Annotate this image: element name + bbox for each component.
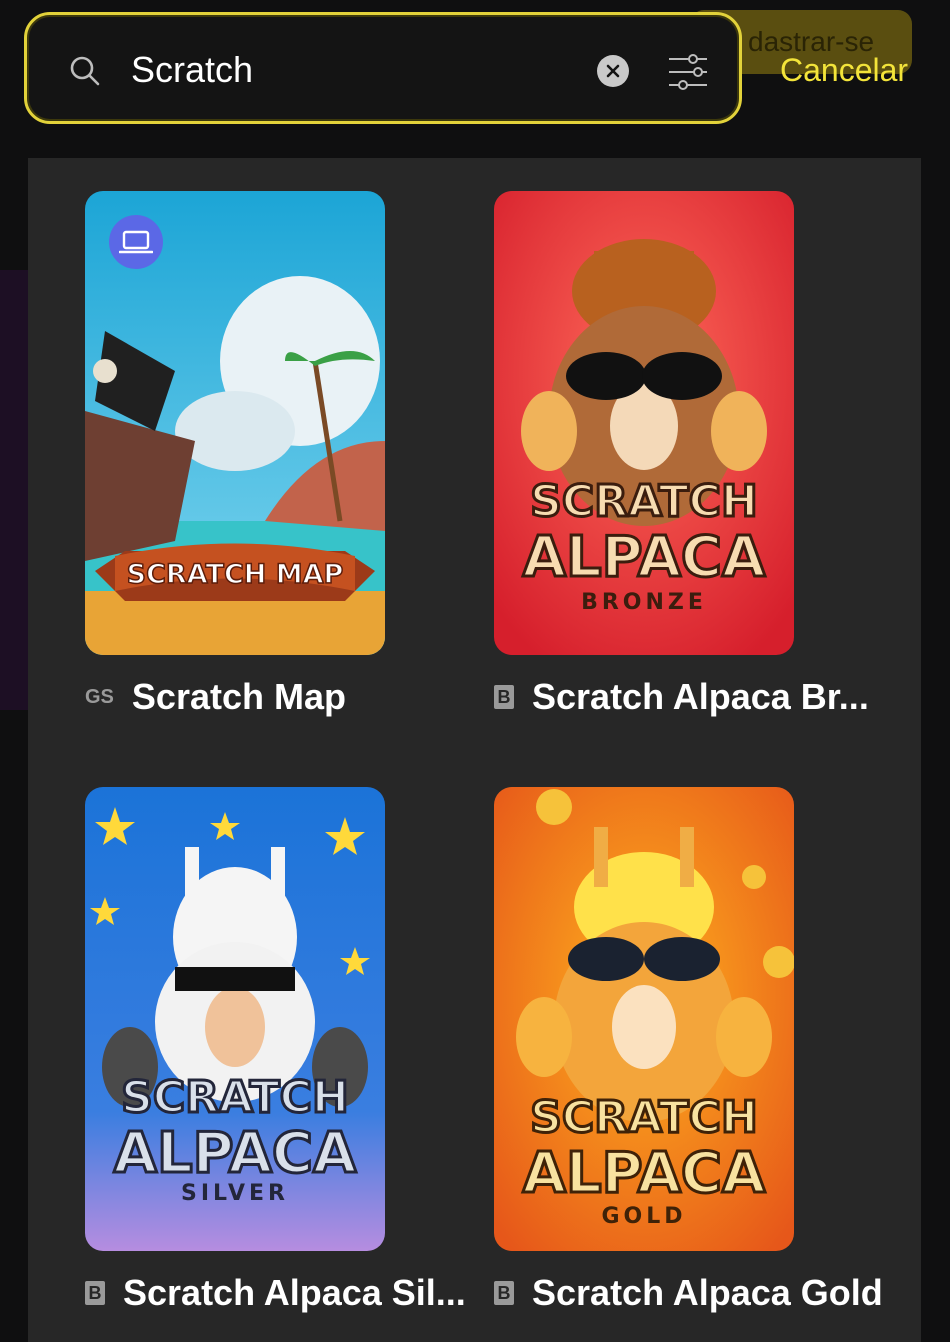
scratch-alpaca-bronze-artwork: SCRATCH ALPACA BRONZE — [494, 191, 794, 655]
search-icon — [70, 56, 100, 86]
close-icon — [606, 64, 620, 78]
scratch-alpaca-gold-artwork: SCRATCH ALPACA GOLD — [494, 787, 794, 1251]
logo-line-1: SCRATCH — [530, 476, 758, 527]
logo-line-3: GOLD — [601, 1204, 686, 1229]
clear-search-button[interactable] — [597, 55, 629, 87]
game-title-row: B Scratch Alpaca Sil... — [85, 1271, 485, 1315]
logo-line-2: ALPACA — [523, 1141, 766, 1206]
game-thumbnail-scratch-alpaca-gold[interactable]: SCRATCH ALPACA GOLD — [494, 787, 794, 1251]
logo-line-3: SILVER — [181, 1181, 289, 1206]
scratch-alpaca-silver-artwork: SCRATCH ALPACA SILVER — [85, 787, 385, 1251]
search-bar — [24, 12, 742, 124]
game-title[interactable]: Scratch Map — [132, 676, 346, 718]
scratch-map-logo-text: SCRATCH MAP — [127, 559, 344, 590]
logo-line-3: BRONZE — [581, 590, 707, 615]
game-title-row: GS Scratch Map — [85, 675, 485, 719]
provider-badge: B — [494, 1281, 514, 1305]
logo-line-1: SCRATCH — [121, 1072, 349, 1123]
search-input[interactable] — [131, 45, 571, 95]
game-title[interactable]: Scratch Alpaca Sil... — [123, 1272, 466, 1314]
cancel-button[interactable]: Cancelar — [780, 52, 908, 89]
game-title[interactable]: Scratch Alpaca Br... — [532, 676, 869, 718]
laptop-icon — [119, 230, 153, 254]
game-title[interactable]: Scratch Alpaca Gold — [532, 1272, 883, 1314]
background-strip — [0, 270, 28, 710]
game-title-row: B Scratch Alpaca Gold — [494, 1271, 894, 1315]
filter-sliders-icon[interactable] — [667, 53, 709, 91]
game-thumbnail-scratch-alpaca-bronze[interactable]: SCRATCH ALPACA BRONZE — [494, 191, 794, 655]
logo-line-2: ALPACA — [523, 525, 766, 590]
provider-badge: B — [494, 685, 514, 709]
provider-badge: B — [85, 1281, 105, 1305]
game-title-row: B Scratch Alpaca Br... — [494, 675, 894, 719]
logo-line-2: ALPACA — [114, 1121, 357, 1186]
game-thumbnail-scratch-map[interactable]: SCRATCH MAP — [85, 191, 385, 655]
search-results-panel: SCRATCH MAP GS Scratch Map SCRATCH ALPAC… — [28, 158, 921, 1342]
game-thumbnail-scratch-alpaca-silver[interactable]: SCRATCH ALPACA SILVER — [85, 787, 385, 1251]
provider-badge: GS — [85, 685, 114, 708]
logo-line-1: SCRATCH — [530, 1092, 758, 1143]
device-badge — [109, 215, 163, 269]
